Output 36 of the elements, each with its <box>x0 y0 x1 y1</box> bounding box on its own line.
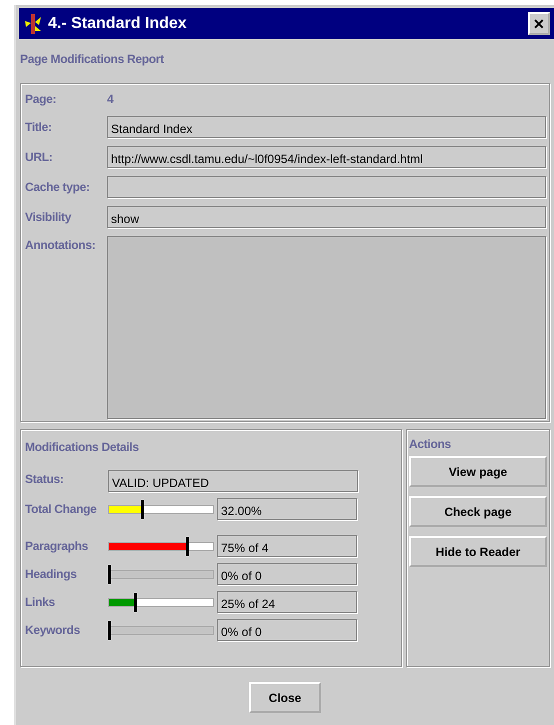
close-button[interactable]: ✕ <box>528 12 550 35</box>
section-title: Actions <box>409 436 452 453</box>
field-label: Annotations: <box>25 237 96 254</box>
text-field[interactable] <box>107 176 546 198</box>
text-field[interactable]: http://www.csdl.tamu.edu/~l0f0954/index-left-standard.html <box>107 146 546 168</box>
field-value: 4 <box>107 91 114 108</box>
text-field[interactable]: Standard Index <box>107 116 546 138</box>
field-label: Page: <box>25 91 58 108</box>
action-button[interactable]: Check page <box>409 496 547 527</box>
action-button[interactable]: Hide to Reader <box>409 536 547 567</box>
status-label: Status: <box>25 471 65 488</box>
meter-label: Total Change <box>25 501 98 518</box>
meter-label: Headings <box>25 566 78 583</box>
field-label: Cache type: <box>25 179 91 196</box>
text-field[interactable]: show <box>107 206 546 228</box>
app-icon <box>23 12 43 34</box>
field-label: URL: <box>25 149 54 166</box>
meter-label: Links <box>25 594 56 611</box>
close-dialog-button[interactable]: Close <box>249 682 321 713</box>
meter-reading: 25% of 24 <box>217 591 357 613</box>
action-button[interactable]: View page <box>409 456 547 487</box>
meter-label: Keywords <box>25 622 81 639</box>
section-title: Modifications Details <box>25 439 140 456</box>
meter-reading: 0% of 0 <box>217 563 357 585</box>
status-field[interactable]: VALID: UPDATED <box>108 470 358 492</box>
meter-thumb <box>141 500 144 518</box>
field-label: Title: <box>25 119 53 136</box>
meter-reading: 75% of 4 <box>217 535 357 557</box>
field-label: Visibility <box>25 209 72 226</box>
meter-reading: 0% of 0 <box>217 619 357 641</box>
meter-reading: 32.00% <box>217 498 357 520</box>
report-heading: Page Modifications Report <box>20 51 165 68</box>
meter-label: Paragraphs <box>25 538 90 555</box>
meter-thumb <box>186 536 189 556</box>
window-title: 4.- Standard Index <box>48 14 187 34</box>
meter-thumb <box>134 592 137 612</box>
